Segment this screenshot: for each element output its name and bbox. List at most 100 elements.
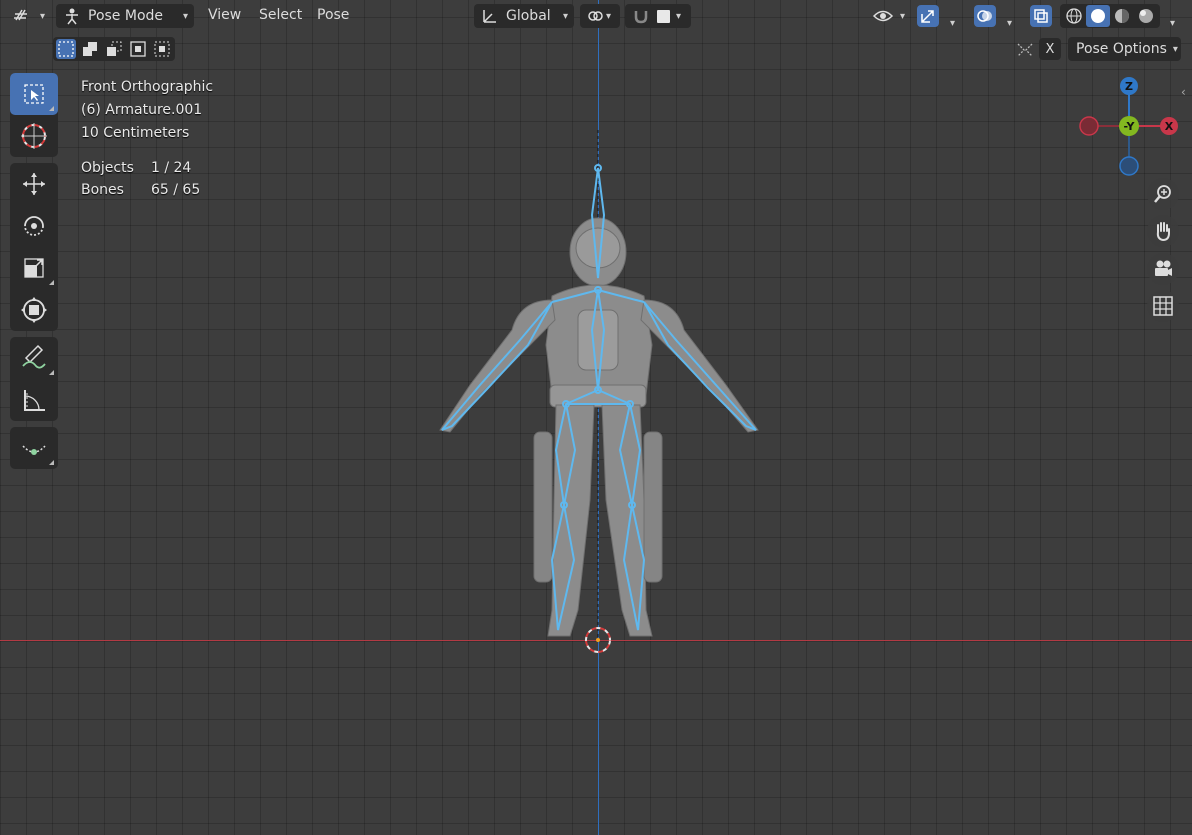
xray-icon bbox=[1034, 9, 1048, 23]
chevron-down-icon: ▾ bbox=[606, 10, 612, 22]
select-extend-icon bbox=[83, 42, 97, 56]
stats-label: Bones bbox=[81, 182, 124, 198]
selection-mode-group bbox=[53, 37, 175, 61]
orientation-icon bbox=[483, 10, 496, 23]
chevron-down-icon: ▾ bbox=[562, 10, 568, 22]
chevron-down-icon[interactable]: ▾ bbox=[1007, 11, 1012, 35]
stats-row-objects: Objects 1 / 24 bbox=[81, 157, 200, 179]
gizmo-arrow-icon bbox=[921, 10, 934, 23]
measure-ruler-icon bbox=[24, 390, 45, 411]
pose-options-dropdown[interactable]: Pose Options ▾ bbox=[1068, 37, 1181, 61]
select-invert-button[interactable] bbox=[128, 39, 148, 59]
overlays-icon bbox=[977, 10, 992, 22]
select-new-button[interactable] bbox=[56, 39, 76, 59]
ortho-toggle-button[interactable] bbox=[1147, 290, 1179, 322]
move-icon bbox=[23, 173, 45, 195]
menu-view[interactable]: View bbox=[208, 7, 241, 23]
solid-shading-icon bbox=[1091, 9, 1105, 23]
view-name: Front Orthographic bbox=[81, 79, 214, 95]
cursor-icon bbox=[21, 123, 47, 149]
orientation-label: Global bbox=[506, 8, 551, 24]
pose-mode-icon bbox=[66, 8, 78, 25]
gizmo-neg-x-handle bbox=[1079, 116, 1099, 136]
solid-shading-button[interactable] bbox=[1086, 5, 1110, 27]
tool-cursor[interactable] bbox=[10, 115, 58, 157]
select-subtract-button[interactable] bbox=[104, 39, 124, 59]
xray-toggle-button[interactable] bbox=[1030, 5, 1052, 27]
select-box-icon bbox=[24, 84, 44, 104]
navigation-gizmo[interactable]: Z -Y X bbox=[1075, 75, 1185, 185]
scale-icon bbox=[24, 258, 44, 278]
grid-icon bbox=[1153, 296, 1173, 316]
menu-pose[interactable]: Pose bbox=[317, 7, 349, 23]
select-intersect-icon bbox=[154, 41, 170, 57]
chevron-down-icon: ▾ bbox=[182, 10, 188, 22]
camera-icon bbox=[1155, 260, 1172, 276]
editor-type-dropdown[interactable]: ▾ bbox=[12, 4, 45, 28]
editor-type-icon bbox=[14, 9, 27, 21]
chevron-down-icon: ▾ bbox=[676, 10, 682, 22]
tool-annotate[interactable] bbox=[10, 337, 58, 379]
gizmo-x-label: X bbox=[1165, 120, 1174, 133]
select-intersect-button[interactable] bbox=[152, 39, 172, 59]
gizmo-neg-z-handle bbox=[1119, 156, 1139, 176]
overlays-toggle-button[interactable] bbox=[974, 5, 996, 27]
mirror-icon[interactable] bbox=[1015, 40, 1035, 60]
rendered-shading-icon[interactable] bbox=[1134, 5, 1158, 27]
stats-row-bones: Bones 65 / 65 bbox=[81, 179, 200, 201]
pivot-icon bbox=[588, 11, 603, 21]
chevron-down-icon: ▾ bbox=[900, 10, 906, 22]
viewport-header: ▾ Pose Mode ▾ View Select Pose Global ▾ … bbox=[0, 0, 1192, 32]
gizmo-toggle-button[interactable] bbox=[917, 5, 939, 27]
astronaut-mesh bbox=[439, 217, 759, 637]
chevron-down-icon[interactable]: ▾ bbox=[1170, 11, 1175, 35]
snapping-group[interactable]: ▾ bbox=[625, 4, 691, 28]
tool-select-box[interactable] bbox=[10, 73, 58, 115]
tool-move[interactable] bbox=[10, 163, 58, 205]
pose-options-label: Pose Options bbox=[1076, 41, 1167, 57]
viewport-info-overlay: Front Orthographic (6) Armature.001 10 C… bbox=[81, 76, 213, 145]
tool-scale[interactable] bbox=[10, 247, 58, 289]
visibility-dropdown[interactable]: ▾ bbox=[872, 4, 905, 28]
gizmo-z-label: Z bbox=[1125, 80, 1133, 93]
stats-value: 65 / 65 bbox=[151, 182, 201, 198]
active-object-name: (6) Armature.001 bbox=[81, 102, 203, 118]
gizmo-y-label: -Y bbox=[1124, 120, 1136, 133]
tool-measure[interactable] bbox=[10, 379, 58, 421]
grid-scale: 10 Centimeters bbox=[81, 125, 190, 141]
mode-label: Pose Mode bbox=[88, 8, 164, 24]
x-mirror-toggle[interactable]: X bbox=[1039, 38, 1061, 60]
tool-shelf bbox=[10, 73, 60, 475]
select-subtract-icon bbox=[107, 41, 122, 56]
wireframe-shading-icon[interactable] bbox=[1062, 5, 1086, 27]
material-shading-icon[interactable] bbox=[1110, 5, 1134, 27]
rotate-icon bbox=[24, 216, 44, 236]
zoom-icon bbox=[1154, 185, 1171, 203]
transform-icon bbox=[21, 297, 47, 323]
camera-view-button[interactable] bbox=[1147, 253, 1179, 285]
hand-icon bbox=[1156, 222, 1170, 242]
select-new-icon bbox=[58, 41, 74, 57]
pan-button[interactable] bbox=[1147, 215, 1179, 247]
tool-bone-size[interactable] bbox=[10, 427, 58, 469]
tool-transform[interactable] bbox=[10, 289, 58, 331]
bone-envelope-icon bbox=[22, 445, 46, 455]
mode-dropdown[interactable]: Pose Mode ▾ bbox=[56, 4, 194, 28]
chevron-down-icon: ▾ bbox=[40, 10, 46, 22]
snap-increment-icon[interactable] bbox=[657, 9, 670, 23]
zoom-button[interactable] bbox=[1147, 178, 1179, 210]
chevron-down-icon[interactable]: ▾ bbox=[950, 11, 955, 35]
annotate-pencil-icon bbox=[22, 344, 46, 369]
transform-orientation-dropdown[interactable]: Global ▾ bbox=[474, 4, 574, 28]
snap-magnet-icon[interactable] bbox=[631, 7, 651, 25]
select-invert-icon bbox=[130, 41, 146, 57]
stats-value: 1 / 24 bbox=[151, 160, 192, 176]
stats-label: Objects bbox=[81, 160, 134, 176]
menu-select[interactable]: Select bbox=[259, 7, 302, 23]
select-extend-button[interactable] bbox=[80, 39, 100, 59]
shading-mode-group[interactable] bbox=[1060, 4, 1160, 28]
chevron-down-icon: ▾ bbox=[1172, 43, 1178, 55]
pivot-point-dropdown[interactable]: ▾ bbox=[580, 4, 620, 28]
tool-rotate[interactable] bbox=[10, 205, 58, 247]
eye-icon bbox=[872, 10, 894, 22]
